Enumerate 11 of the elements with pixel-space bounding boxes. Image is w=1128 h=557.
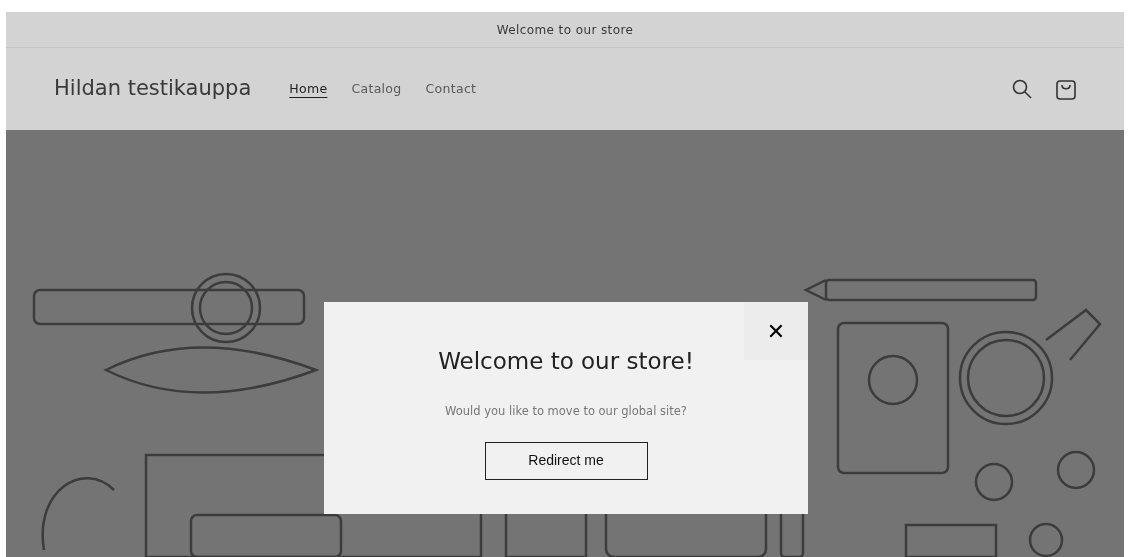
nav-link[interactable]: Home: [289, 79, 328, 99]
dialog-title: Welcome to our store!: [437, 347, 695, 376]
nav-link[interactable]: Contact: [425, 79, 477, 99]
dialog-message: Would you like to move to our global site?: [444, 402, 688, 420]
search-icon[interactable]: [1012, 79, 1032, 99]
close-button[interactable]: ✕: [744, 302, 808, 360]
announcement-text: Welcome to our store: [496, 21, 634, 39]
nav-link[interactable]: Catalog: [351, 79, 402, 99]
store-name[interactable]: Hildan testikauppa: [54, 73, 252, 105]
redirect-button[interactable]: Redirect me: [484, 441, 648, 480]
bag-icon[interactable]: [1056, 78, 1076, 100]
